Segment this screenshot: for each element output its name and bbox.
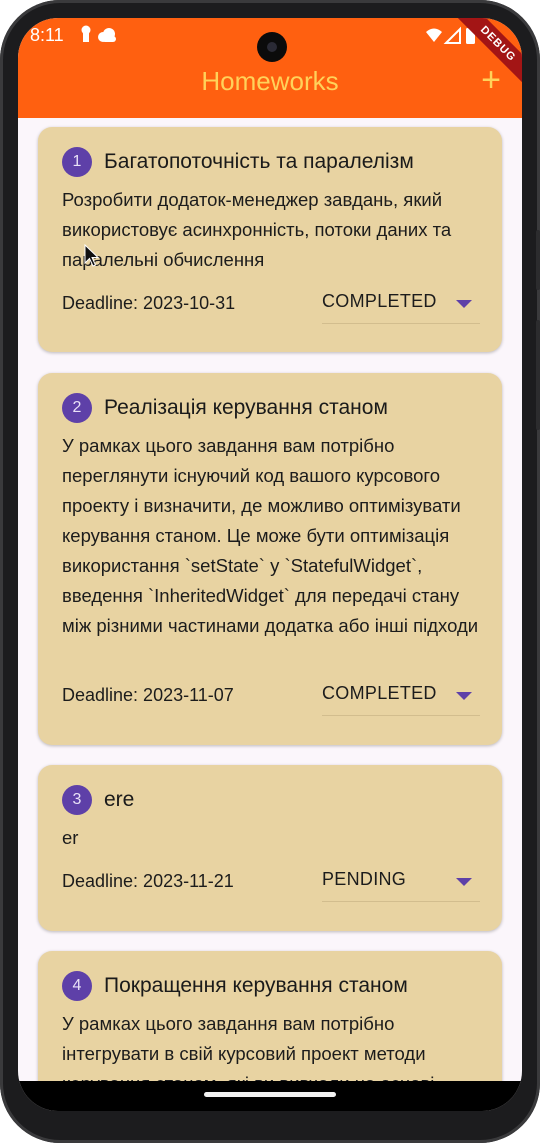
status-dropdown[interactable]: PENDING bbox=[322, 863, 480, 902]
homework-card[interactable]: 3 ere er Deadline: 2023-11-21 PENDING bbox=[38, 765, 502, 931]
status-bar: 8:11 bbox=[18, 18, 522, 62]
status-dropdown-value: COMPLETED bbox=[322, 291, 437, 311]
signal-icon bbox=[443, 26, 461, 44]
homework-title: ere bbox=[104, 788, 135, 811]
device-frame: 8:11 DEBUG Homeworks + 1 Багатопоточніст… bbox=[0, 0, 540, 1143]
app-bar: 8:11 DEBUG Homeworks + bbox=[18, 18, 522, 118]
homework-number-badge: 2 bbox=[62, 393, 92, 423]
homework-deadline: Deadline: 2023-11-07 bbox=[62, 685, 234, 705]
screen: 8:11 DEBUG Homeworks + 1 Багатопоточніст… bbox=[18, 18, 522, 1111]
homework-deadline: Deadline: 2023-10-31 bbox=[62, 293, 236, 313]
homework-title: Багатопоточність та паралелізм bbox=[104, 150, 414, 173]
dropdown-arrow-icon bbox=[456, 300, 472, 308]
wifi-icon bbox=[426, 28, 442, 42]
homework-description: er bbox=[62, 827, 79, 848]
dropdown-arrow-icon bbox=[456, 878, 472, 886]
status-dropdown-value: COMPLETED bbox=[322, 683, 437, 703]
status-dropdown-value: PENDING bbox=[322, 869, 407, 889]
homework-title: Реалізація керування станом bbox=[104, 396, 388, 419]
system-navigation-bar bbox=[18, 1081, 522, 1111]
mouse-pointer-icon bbox=[84, 244, 100, 267]
dropdown-arrow-icon bbox=[456, 692, 472, 700]
home-indicator[interactable] bbox=[204, 1092, 336, 1097]
homework-card[interactable]: 4 Покращення керування станом У рамках ц… bbox=[38, 951, 502, 1081]
volume-button bbox=[536, 230, 540, 290]
homework-card[interactable]: 2 Реалізація керування станом У рамках ц… bbox=[38, 373, 502, 745]
homework-number-badge: 3 bbox=[62, 785, 92, 815]
cloud-icon bbox=[98, 28, 116, 42]
add-homework-button[interactable]: + bbox=[476, 63, 506, 97]
homework-description: Розробити додаток-менеджер завдань, який… bbox=[62, 189, 452, 270]
homework-description: У рамках цього завдання вам потрібно інт… bbox=[62, 1013, 434, 1081]
status-dropdown[interactable]: COMPLETED bbox=[322, 285, 480, 324]
status-time: 8:11 bbox=[30, 25, 64, 45]
homework-card[interactable]: 1 Багатопоточність та паралелізм Розроби… bbox=[38, 127, 502, 352]
front-camera bbox=[257, 32, 287, 62]
homework-number-badge: 1 bbox=[62, 147, 92, 177]
homework-title: Покращення керування станом bbox=[104, 974, 408, 997]
status-dropdown[interactable]: COMPLETED bbox=[322, 677, 480, 716]
homework-description: У рамках цього завдання вам потрібно пер… bbox=[62, 435, 479, 636]
homework-deadline: Deadline: 2023-11-21 bbox=[62, 871, 234, 891]
keyhole-icon bbox=[81, 25, 91, 42]
power-button bbox=[536, 320, 540, 430]
page-title: Homeworks bbox=[201, 66, 339, 96]
homework-number-badge: 4 bbox=[62, 971, 92, 1001]
